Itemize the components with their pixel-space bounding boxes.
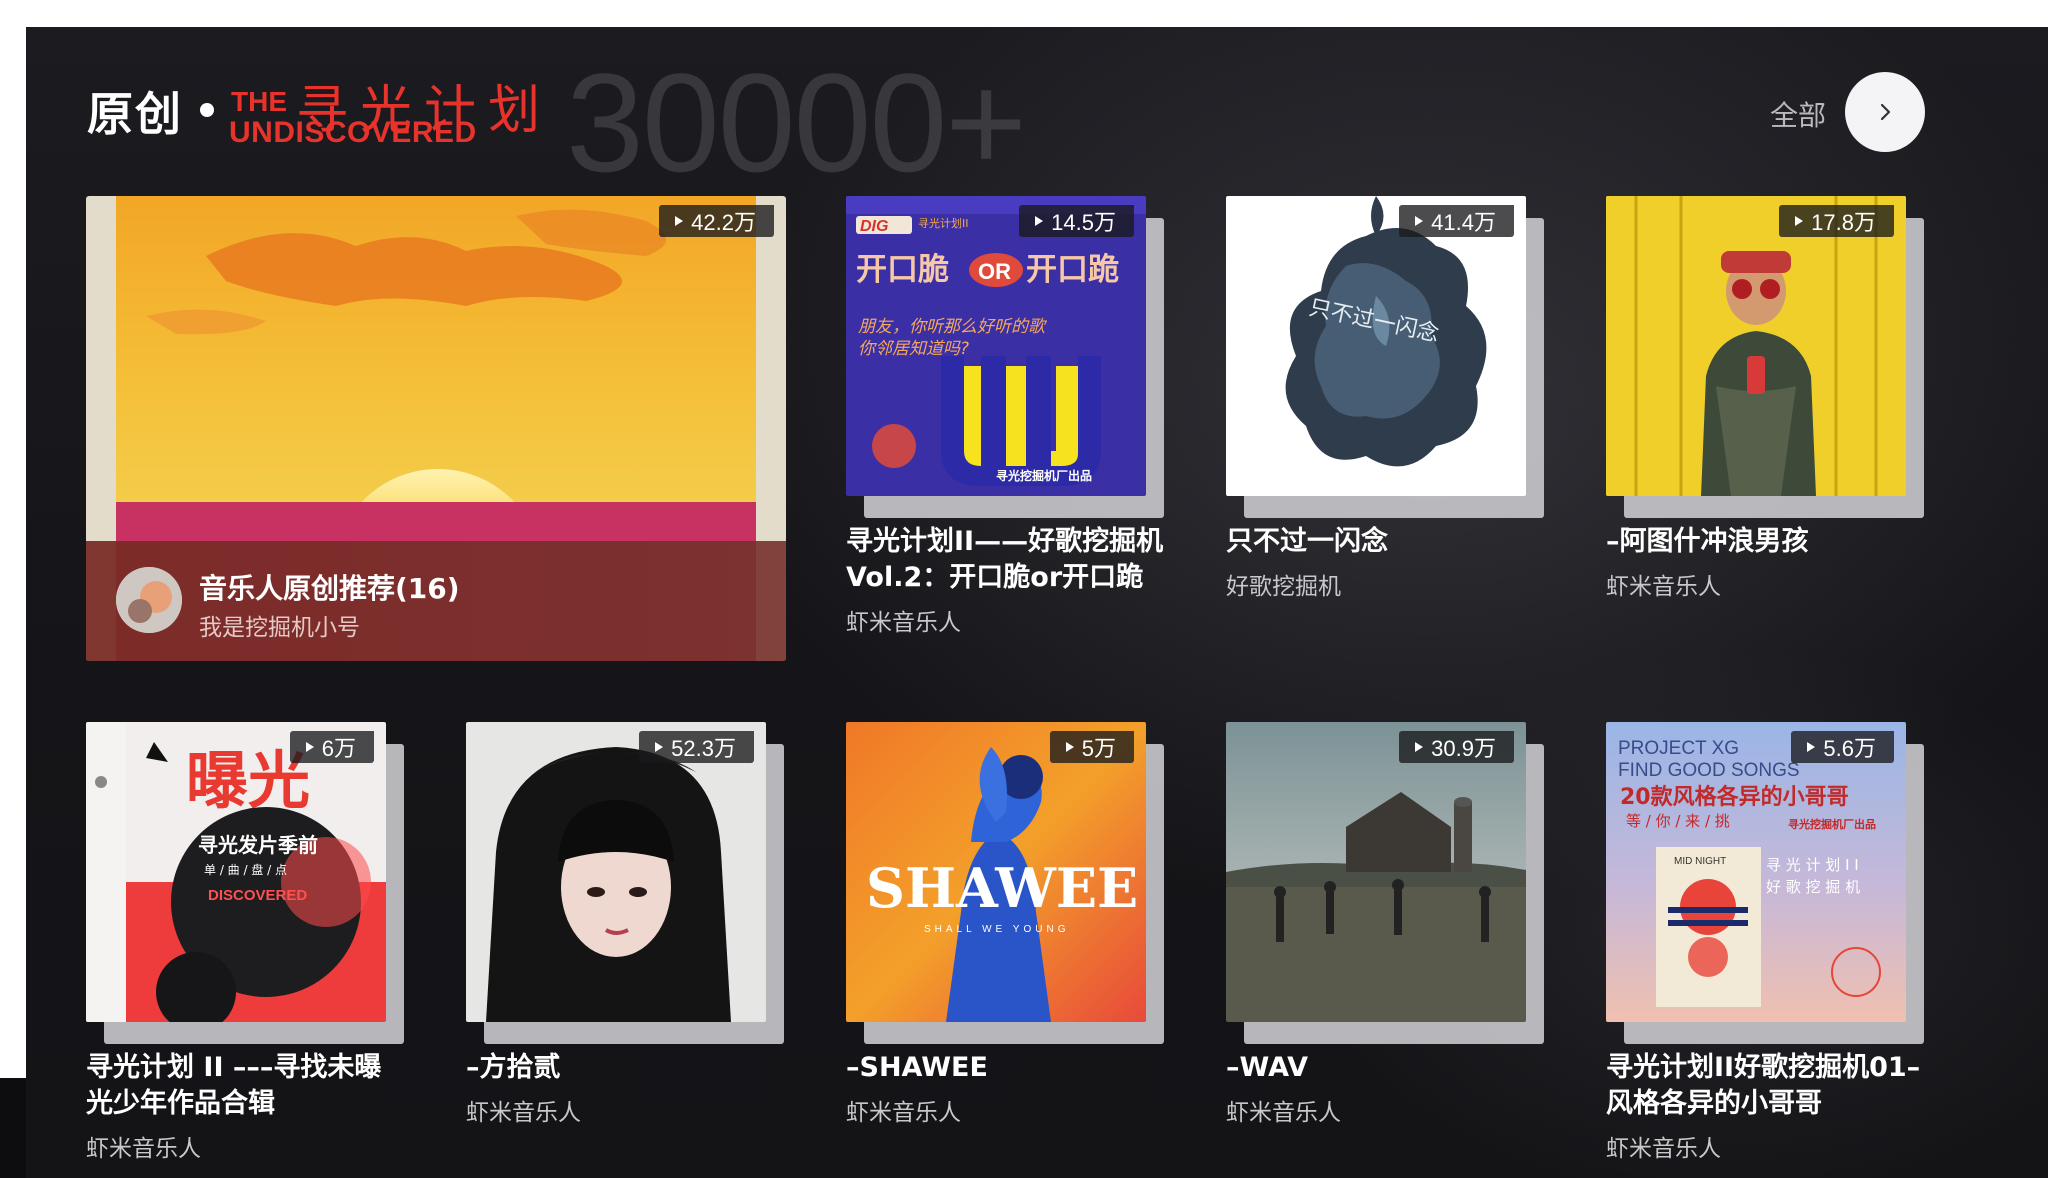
cover-art[interactable] bbox=[1226, 722, 1526, 1022]
view-all-button[interactable] bbox=[1845, 72, 1925, 152]
svg-text:SHALL WE YOUNG: SHALL WE YOUNG bbox=[924, 924, 1069, 935]
svg-text:单 / 曲 / 盘 / 点: 单 / 曲 / 盘 / 点 bbox=[204, 862, 287, 877]
play-count: 30.9万 bbox=[1431, 736, 1496, 761]
play-count: 5万 bbox=[1081, 736, 1116, 761]
card-title[interactable]: 寻光计划II好歌挖掘机01–风格各异的小哥哥 bbox=[1606, 1050, 1926, 1122]
cover-art[interactable]: DIG 寻光计划II 开口脆 OR 开口跪 朋友，你听那么好听的歌 你邻居知道吗… bbox=[846, 196, 1146, 496]
featured-subtitle: 我是挖掘机小号 bbox=[199, 615, 360, 641]
play-count-badge: 5万 bbox=[1049, 731, 1134, 763]
play-count-badge: 6万 bbox=[289, 731, 374, 763]
card-subtitle[interactable]: 虾米音乐人 bbox=[1606, 1129, 1926, 1163]
featured-card[interactable]: 42.2万 音乐人原创推荐(16) 我是挖掘机小号 bbox=[86, 196, 786, 661]
logo-chinese-text: 寻光计划 bbox=[296, 81, 553, 141]
play-count-badge: 5.6万 bbox=[1791, 731, 1894, 763]
cover-art[interactable]: 只不过一闪念 bbox=[1226, 196, 1526, 496]
play-count-badge: 52.3万 bbox=[639, 731, 754, 763]
cover-art[interactable] bbox=[1606, 196, 1906, 496]
title-separator-dot bbox=[200, 103, 214, 117]
svg-text:朋友，你听那么好听的歌: 朋友，你听那么好听的歌 bbox=[858, 317, 1048, 337]
play-icon bbox=[1795, 216, 1804, 226]
play-count: 41.4万 bbox=[1431, 210, 1496, 235]
svg-text:PROJECT XG: PROJECT XG bbox=[1618, 738, 1739, 759]
svg-text:DIG: DIG bbox=[860, 218, 888, 235]
play-icon bbox=[305, 742, 314, 752]
card-subtitle[interactable]: 虾米音乐人 bbox=[86, 1129, 406, 1163]
cover-art[interactable]: SHAWEE SHALL WE YOUNG bbox=[846, 722, 1146, 1022]
play-count-badge: 14.5万 bbox=[1019, 205, 1134, 237]
card-title[interactable]: –阿图什冲浪男孩 bbox=[1606, 524, 1926, 560]
play-icon bbox=[655, 742, 664, 752]
svg-text:FIND GOOD SONGS: FIND GOOD SONGS bbox=[1618, 760, 1800, 781]
svg-text:好 歌 挖 掘 机: 好 歌 挖 掘 机 bbox=[1766, 878, 1860, 896]
card-title[interactable]: 寻光计划 II –––寻找未曝光少年作品合辑 bbox=[86, 1050, 406, 1122]
card-title[interactable]: –SHAWEE bbox=[846, 1050, 1166, 1086]
card-subtitle[interactable]: 好歌挖掘机 bbox=[1226, 567, 1546, 601]
avatar[interactable] bbox=[116, 567, 182, 633]
play-count: 6万 bbox=[321, 736, 356, 761]
svg-text:开口跪: 开口跪 bbox=[1026, 252, 1119, 288]
play-icon bbox=[1035, 216, 1044, 226]
svg-text:MID NIGHT: MID NIGHT bbox=[1674, 856, 1726, 867]
svg-text:DISCOVERED: DISCOVERED bbox=[208, 887, 307, 904]
card-title[interactable]: 寻光计划II——好歌挖掘机Vol.2：开口脆or开口跪 bbox=[846, 524, 1166, 596]
cover-art[interactable]: 曝光 寻光发片季前 单 / 曲 / 盘 / 点 DISCOVERED bbox=[86, 722, 386, 1022]
svg-text:寻光计划II: 寻光计划II bbox=[918, 216, 969, 230]
play-icon bbox=[675, 216, 684, 226]
svg-text:寻光发片季前: 寻光发片季前 bbox=[198, 833, 318, 857]
card-subtitle[interactable]: 虾米音乐人 bbox=[1226, 1093, 1546, 1127]
svg-text:等 / 你 / 来 / 挑: 等 / 你 / 来 / 挑 bbox=[1626, 812, 1730, 830]
song-count-watermark: 30000+ bbox=[566, 44, 1027, 201]
play-icon bbox=[1415, 216, 1424, 226]
card-subtitle[interactable]: 虾米音乐人 bbox=[846, 1093, 1166, 1127]
view-all-label[interactable]: 全部 bbox=[1770, 94, 1826, 134]
cover-art[interactable]: PROJECT XG FIND GOOD SONGS 20款风格各异的小哥哥 等… bbox=[1606, 722, 1906, 1022]
play-count-badge: 17.8万 bbox=[1779, 205, 1894, 237]
chevron-right-icon bbox=[1880, 103, 1891, 121]
featured-title: 音乐人原创推荐(16) bbox=[199, 572, 460, 605]
logo-the-text: THE bbox=[231, 86, 287, 117]
play-icon bbox=[1807, 742, 1816, 752]
cover-art[interactable] bbox=[466, 722, 766, 1022]
play-count-badge: 30.9万 bbox=[1399, 731, 1514, 763]
svg-text:SHAWEE: SHAWEE bbox=[866, 856, 1138, 920]
play-count-badge: 42.2万 bbox=[659, 205, 774, 237]
play-count: 5.6万 bbox=[1823, 736, 1876, 761]
svg-text:开口脆: 开口脆 bbox=[856, 252, 949, 288]
card-subtitle[interactable]: 虾米音乐人 bbox=[1606, 567, 1926, 601]
svg-text:20款风格各异的小哥哥: 20款风格各异的小哥哥 bbox=[1620, 784, 1849, 810]
svg-text:你邻居知道吗?: 你邻居知道吗? bbox=[858, 339, 969, 359]
play-icon bbox=[1065, 742, 1074, 752]
play-icon bbox=[1415, 742, 1424, 752]
svg-text:寻 光 计 划 I I: 寻 光 计 划 I I bbox=[1766, 856, 1859, 874]
svg-text:寻光挖掘机厂出品: 寻光挖掘机厂出品 bbox=[996, 468, 1092, 483]
card-subtitle[interactable]: 虾米音乐人 bbox=[466, 1093, 786, 1127]
card-title[interactable]: –方拾贰 bbox=[466, 1050, 786, 1086]
card-subtitle[interactable]: 虾米音乐人 bbox=[846, 603, 1166, 637]
edge-strip bbox=[0, 1078, 26, 1178]
play-count: 52.3万 bbox=[671, 736, 736, 761]
section-title: 原创 bbox=[87, 87, 183, 141]
card-title[interactable]: 只不过一闪念 bbox=[1226, 524, 1546, 560]
play-count-badge: 41.4万 bbox=[1399, 205, 1514, 237]
card-title[interactable]: –WAV bbox=[1226, 1050, 1546, 1086]
play-count: 14.5万 bbox=[1051, 210, 1116, 235]
play-count: 42.2万 bbox=[691, 210, 756, 235]
play-count: 17.8万 bbox=[1811, 210, 1876, 235]
svg-text:OR: OR bbox=[978, 259, 1011, 284]
svg-text:寻光挖掘机厂出品: 寻光挖掘机厂出品 bbox=[1788, 817, 1876, 831]
